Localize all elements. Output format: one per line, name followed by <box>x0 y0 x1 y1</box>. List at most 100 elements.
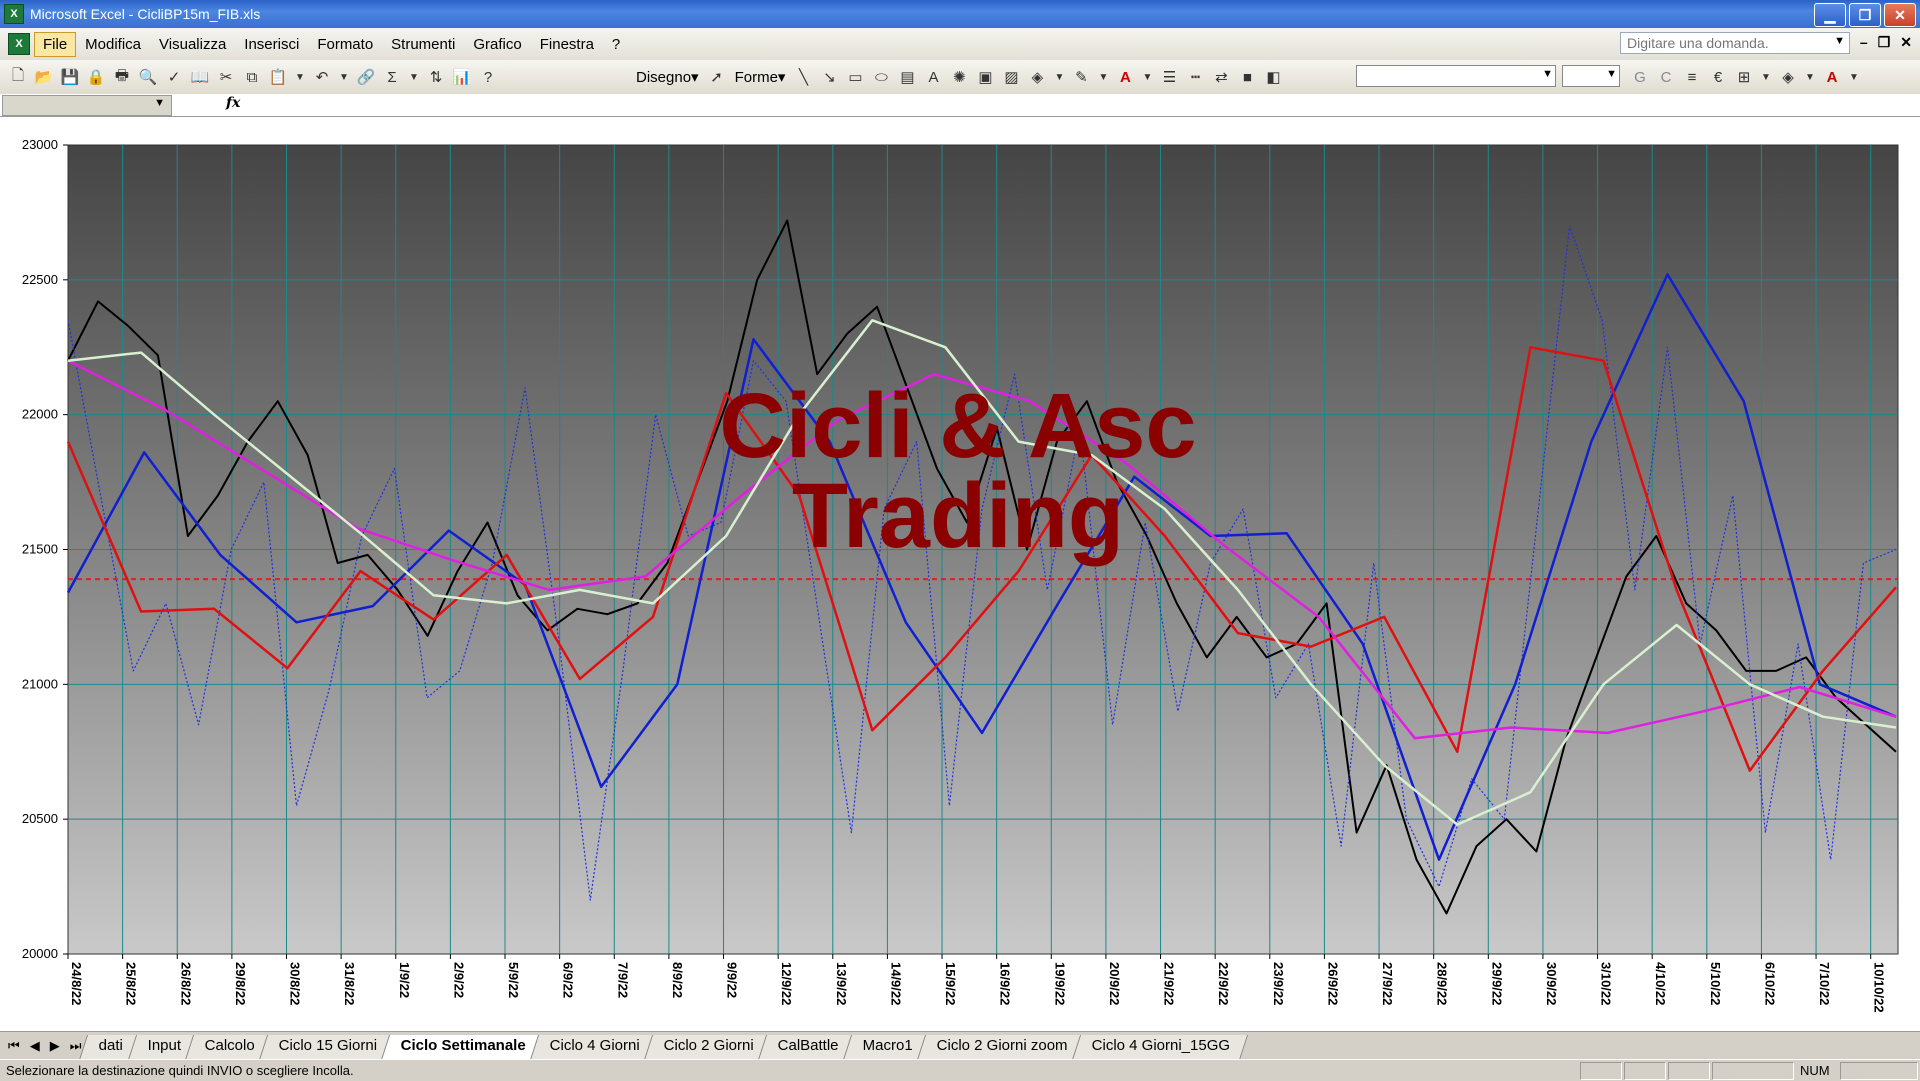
undo-icon[interactable]: ↶ <box>310 65 334 89</box>
x-tick-label: 20/9/22 <box>1107 962 1122 1005</box>
save-icon[interactable]: 💾 <box>58 65 82 89</box>
fill-color-icon[interactable]: ◈ <box>1776 65 1800 89</box>
chevron-down-icon[interactable]: ▼ <box>154 97 165 109</box>
wordart-icon[interactable]: A <box>921 65 945 89</box>
print-icon[interactable]: 🖶 <box>110 65 134 89</box>
chevron-down-icon[interactable]: ▼ <box>1095 65 1111 89</box>
chevron-down-icon[interactable]: ▼ <box>1051 65 1067 89</box>
x-tick-label: 30/8/22 <box>288 962 303 1005</box>
hyperlink-icon[interactable]: 🔗 <box>354 65 378 89</box>
select-pointer-icon[interactable]: ➚ <box>705 65 729 89</box>
chevron-down-icon[interactable]: ▼ <box>1802 65 1818 89</box>
diagram-icon[interactable]: ✺ <box>947 65 971 89</box>
research-icon[interactable]: 📖 <box>188 65 212 89</box>
arrow-icon[interactable]: ↘ <box>817 65 841 89</box>
picture-icon[interactable]: ▨ <box>999 65 1023 89</box>
menu-visualizza[interactable]: Visualizza <box>150 32 235 57</box>
tab-ciclo-2-giorni-zoom[interactable]: Ciclo 2 Giorni zoom <box>917 1035 1087 1060</box>
draw-menu[interactable]: Disegno ▾ <box>632 68 703 87</box>
font-name-box[interactable]: ▼ <box>1356 65 1556 87</box>
chevron-down-icon[interactable]: ▼ <box>406 65 422 89</box>
new-icon[interactable]: 🗋 <box>6 65 30 89</box>
sort-icon[interactable]: ⇅ <box>424 65 448 89</box>
ask-question-box[interactable]: Digitare una domanda. ▼ <box>1620 32 1850 54</box>
align-right-icon[interactable]: ≡ <box>1680 65 1704 89</box>
align-left-icon[interactable]: G <box>1628 65 1652 89</box>
cut-icon[interactable]: ✂ <box>214 65 238 89</box>
close-button[interactable]: ✕ <box>1884 3 1916 27</box>
name-box[interactable]: ▼ <box>2 95 172 116</box>
menu-help[interactable]: ? <box>603 32 629 57</box>
prev-sheet-button[interactable]: ◀ <box>30 1038 40 1054</box>
chevron-down-icon[interactable]: ▼ <box>1542 68 1553 80</box>
align-center-icon[interactable]: C <box>1654 65 1678 89</box>
shapes-menu[interactable]: Forme ▾ <box>731 68 790 87</box>
shadow-icon[interactable]: ■ <box>1235 65 1259 89</box>
chevron-down-icon[interactable]: ▼ <box>1834 35 1845 47</box>
autosum-icon[interactable]: Σ <box>380 65 404 89</box>
chevron-down-icon[interactable]: ▼ <box>1606 68 1617 80</box>
fx-icon[interactable]: fx <box>226 95 240 111</box>
tab-ciclo-2-giorni[interactable]: Ciclo 2 Giorni <box>644 1035 773 1060</box>
tab-ciclo-4-giorni-15gg[interactable]: Ciclo 4 Giorni_15GG <box>1072 1035 1249 1060</box>
cycle-chart[interactable]: 20000 20500 21000 21500 22000 22500 23000 24/8… <box>0 117 1920 1031</box>
next-sheet-button[interactable]: ▶ <box>50 1038 60 1054</box>
x-tick-label: 8/9/22 <box>670 962 685 998</box>
copy-icon[interactable]: ⧉ <box>240 65 264 89</box>
rectangle-icon[interactable]: ▭ <box>843 65 867 89</box>
textbox-icon[interactable]: ▤ <box>895 65 919 89</box>
x-tick-label: 16/9/22 <box>998 962 1013 1005</box>
doc-minimize-button[interactable]: – <box>1860 34 1868 51</box>
menu-grafico[interactable]: Grafico <box>464 32 530 57</box>
first-sheet-button[interactable]: ⏮ <box>8 1038 20 1054</box>
clipart-icon[interactable]: ▣ <box>973 65 997 89</box>
menu-file[interactable]: File <box>34 31 77 57</box>
arrow-style-icon[interactable]: ⇄ <box>1209 65 1233 89</box>
fill-color-icon[interactable]: ◈ <box>1025 65 1049 89</box>
chevron-down-icon[interactable]: ▼ <box>1139 65 1155 89</box>
menu-strumenti[interactable]: Strumenti <box>382 32 464 57</box>
tab-calbattle[interactable]: CalBattle <box>758 1035 858 1060</box>
help-icon[interactable]: ? <box>476 65 500 89</box>
font-color-icon[interactable]: A <box>1113 65 1137 89</box>
print-preview-icon[interactable]: 🔍 <box>136 65 160 89</box>
chevron-down-icon[interactable]: ▼ <box>336 65 352 89</box>
3d-icon[interactable]: ◧ <box>1261 65 1285 89</box>
maximize-button[interactable]: ❐ <box>1849 3 1881 27</box>
chevron-down-icon[interactable]: ▼ <box>1758 65 1774 89</box>
menu-formato[interactable]: Formato <box>308 32 382 57</box>
oval-icon[interactable]: ⬭ <box>869 65 893 89</box>
minimize-button[interactable]: ▁ <box>1814 3 1846 27</box>
chart-wizard-icon[interactable]: 📊 <box>450 65 474 89</box>
excel-app-icon[interactable]: X <box>4 4 24 24</box>
chevron-down-icon[interactable]: ▼ <box>292 65 308 89</box>
line-icon[interactable]: ╲ <box>791 65 815 89</box>
borders-icon[interactable]: ⊞ <box>1732 65 1756 89</box>
euro-icon[interactable]: € <box>1706 65 1730 89</box>
font-color-icon[interactable]: A <box>1820 65 1844 89</box>
last-sheet-button[interactable]: ⏭ <box>70 1038 82 1054</box>
tab-ciclo-15-giorni[interactable]: Ciclo 15 Giorni <box>258 1035 396 1060</box>
tab-ciclo-4-giorni[interactable]: Ciclo 4 Giorni <box>530 1035 659 1060</box>
menu-finestra[interactable]: Finestra <box>531 32 603 57</box>
x-tick-label: 7/9/22 <box>615 962 630 998</box>
line-color-icon[interactable]: ✎ <box>1069 65 1093 89</box>
menu-inserisci[interactable]: Inserisci <box>235 32 308 57</box>
x-tick-label: 21/9/22 <box>1162 962 1177 1005</box>
spelling-icon[interactable]: ✓ <box>162 65 186 89</box>
dash-style-icon[interactable]: ┅ <box>1183 65 1207 89</box>
doc-close-button[interactable]: ✕ <box>1900 34 1912 51</box>
tab-ciclo-settimanale[interactable]: Ciclo Settimanale <box>381 1035 545 1060</box>
paste-icon[interactable]: 📋 <box>266 65 290 89</box>
tab-label: Ciclo 4 Giorni <box>550 1037 641 1054</box>
permission-icon[interactable]: 🔒 <box>84 65 108 89</box>
x-tick-label: 3/10/22 <box>1599 962 1614 1005</box>
tab-label: Ciclo Settimanale <box>401 1037 527 1054</box>
chevron-down-icon[interactable]: ▼ <box>1846 65 1862 89</box>
font-size-box[interactable]: ▼ <box>1562 65 1620 87</box>
doc-restore-button[interactable]: ❐ <box>1878 34 1891 51</box>
line-style-icon[interactable]: ☰ <box>1157 65 1181 89</box>
open-icon[interactable]: 📂 <box>32 65 56 89</box>
menu-modifica[interactable]: Modifica <box>76 32 150 57</box>
workbook-icon[interactable]: X <box>8 33 30 55</box>
